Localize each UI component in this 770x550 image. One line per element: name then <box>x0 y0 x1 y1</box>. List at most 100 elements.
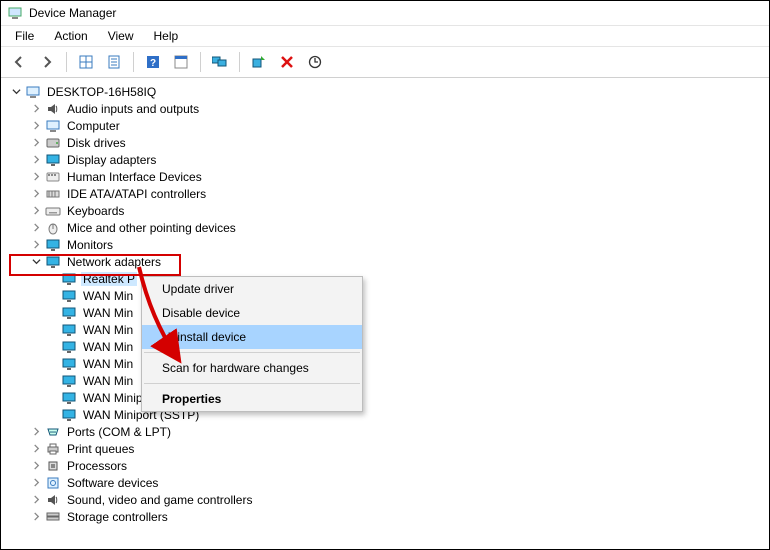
tree-category[interactable]: Keyboards <box>5 202 769 219</box>
tree-device-label: WAN Min <box>81 306 135 320</box>
chevron-right-icon[interactable] <box>29 459 43 473</box>
ctx-disable-device[interactable]: Disable device <box>142 301 362 325</box>
display-icon <box>45 237 61 253</box>
network-adapter-icon <box>61 271 77 287</box>
network-adapter-icon <box>61 373 77 389</box>
chevron-right-icon[interactable] <box>29 476 43 490</box>
tree-device[interactable]: WAN Min <box>5 321 769 338</box>
toolbar-separator <box>66 52 67 72</box>
app-icon <box>7 5 23 21</box>
chevron-right-icon[interactable] <box>29 493 43 507</box>
chevron-right-icon[interactable] <box>29 136 43 150</box>
tree-category-label: Human Interface Devices <box>65 170 204 184</box>
network-adapter-icon <box>61 288 77 304</box>
tree-device-label: WAN Min <box>81 374 135 388</box>
tree-category[interactable]: Sound, video and game controllers <box>5 491 769 508</box>
chevron-right-icon[interactable] <box>29 221 43 235</box>
computer-icon <box>25 84 41 100</box>
menu-file[interactable]: File <box>5 27 44 45</box>
tree-device-label: WAN Min <box>81 289 135 303</box>
chevron-right-icon[interactable] <box>29 170 43 184</box>
ide-icon <box>45 186 61 202</box>
audio-icon <box>45 492 61 508</box>
ctx-item-label: Scan for hardware changes <box>162 361 309 375</box>
back-button[interactable] <box>7 50 31 74</box>
hid-icon <box>45 169 61 185</box>
chevron-right-icon[interactable] <box>29 204 43 218</box>
tree-device[interactable]: WAN Min <box>5 355 769 372</box>
tree-category[interactable]: Human Interface Devices <box>5 168 769 185</box>
menu-help[interactable]: Help <box>144 27 189 45</box>
network-adapter-icon <box>61 356 77 372</box>
tree-category[interactable]: Ports (COM & LPT) <box>5 423 769 440</box>
show-grid-button[interactable] <box>74 50 98 74</box>
window-title: Device Manager <box>29 6 116 20</box>
chevron-right-icon[interactable] <box>29 425 43 439</box>
properties-button[interactable] <box>102 50 126 74</box>
tree-category[interactable]: Storage controllers <box>5 508 769 525</box>
tree-category[interactable]: Processors <box>5 457 769 474</box>
software-icon <box>45 475 61 491</box>
tree-category-label: IDE ATA/ATAPI controllers <box>65 187 208 201</box>
chevron-right-icon[interactable] <box>29 102 43 116</box>
tree-device[interactable]: WAN Miniport (SSTP) <box>5 406 769 423</box>
tree-category[interactable]: Monitors <box>5 236 769 253</box>
tree-device[interactable]: WAN Min <box>5 338 769 355</box>
menu-action[interactable]: Action <box>44 27 97 45</box>
chevron-right-icon[interactable] <box>29 442 43 456</box>
help-button[interactable]: ? <box>141 50 165 74</box>
titlebar: Device Manager <box>1 1 769 26</box>
network-adapter-icon <box>61 390 77 406</box>
menu-view[interactable]: View <box>98 27 144 45</box>
storage-icon <box>45 509 61 525</box>
ctx-separator <box>144 383 360 384</box>
props2-button[interactable] <box>169 50 193 74</box>
tree-category[interactable]: Network adapters <box>5 253 769 270</box>
tree-category-label: Print queues <box>65 442 136 456</box>
chevron-down-icon[interactable] <box>29 255 43 269</box>
ctx-properties[interactable]: Properties <box>142 387 362 411</box>
forward-button[interactable] <box>35 50 59 74</box>
ctx-uninstall-device[interactable]: Uninstall device <box>142 325 362 349</box>
toolbar-separator <box>239 52 240 72</box>
uninstall-button[interactable] <box>275 50 299 74</box>
network-adapter-icon <box>61 339 77 355</box>
tree-device-label: WAN Min <box>81 340 135 354</box>
tree-category-label: Disk drives <box>65 136 128 150</box>
chevron-right-icon[interactable] <box>29 153 43 167</box>
chevron-right-icon[interactable] <box>29 238 43 252</box>
tree-category-label: Monitors <box>65 238 115 252</box>
chevron-right-icon[interactable] <box>29 119 43 133</box>
tree-device-label: Realtek P <box>81 272 137 286</box>
tree-category-label: Display adapters <box>65 153 158 167</box>
cpu-icon <box>45 458 61 474</box>
monitors-button[interactable] <box>208 50 232 74</box>
scan-hardware-button[interactable] <box>247 50 271 74</box>
chevron-right-icon[interactable] <box>29 187 43 201</box>
tree-category[interactable]: Display adapters <box>5 151 769 168</box>
tree-category-label: Keyboards <box>65 204 126 218</box>
tree-category[interactable]: Computer <box>5 117 769 134</box>
tree-device[interactable]: WAN Miniport (PPTP) <box>5 389 769 406</box>
tree-device[interactable]: WAN Min <box>5 304 769 321</box>
ctx-scan-hardware[interactable]: Scan for hardware changes <box>142 356 362 380</box>
tree-device-label: WAN Min <box>81 323 135 337</box>
tree-category[interactable]: IDE ATA/ATAPI controllers <box>5 185 769 202</box>
tree-category[interactable]: Disk drives <box>5 134 769 151</box>
chevron-down-icon[interactable] <box>9 85 23 99</box>
tree-category[interactable]: Mice and other pointing devices <box>5 219 769 236</box>
tree-category[interactable]: Audio inputs and outputs <box>5 100 769 117</box>
update-driver-button[interactable] <box>303 50 327 74</box>
tree-category-label: Audio inputs and outputs <box>65 102 201 116</box>
network-adapter-icon <box>61 305 77 321</box>
tree-device[interactable]: WAN Min <box>5 287 769 304</box>
tree-category[interactable]: Software devices <box>5 474 769 491</box>
tree-device[interactable]: WAN Min <box>5 372 769 389</box>
tree-category[interactable]: Print queues <box>5 440 769 457</box>
tree-root[interactable]: DESKTOP-16H58IQ <box>5 83 769 100</box>
chevron-right-icon[interactable] <box>29 510 43 524</box>
tree-device[interactable]: Realtek P <box>5 270 769 287</box>
ctx-update-driver[interactable]: Update driver <box>142 277 362 301</box>
menubar: File Action View Help <box>1 26 769 47</box>
device-tree[interactable]: DESKTOP-16H58IQ Audio inputs and outputs… <box>1 79 769 549</box>
